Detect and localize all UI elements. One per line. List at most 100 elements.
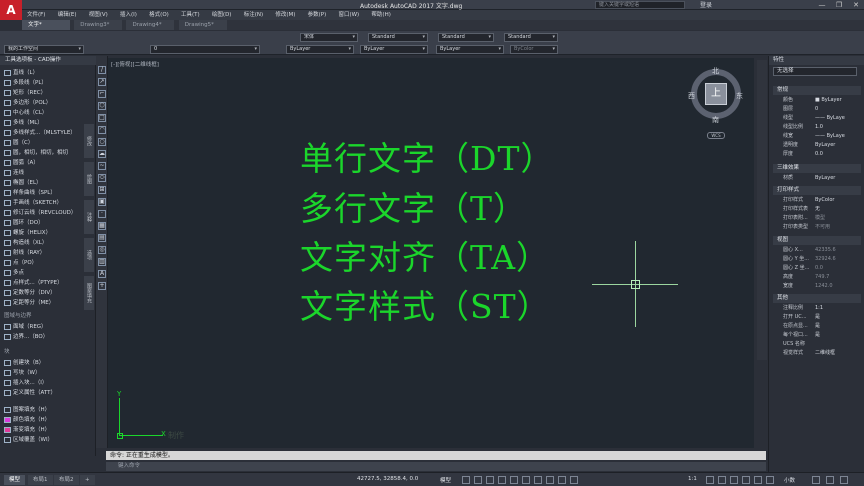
workspace-gear-icon[interactable] [706, 476, 714, 484]
palette-item-gradient[interactable]: 渐变填充（H） [4, 426, 84, 435]
annotation-scale[interactable]: 1:1 [688, 476, 697, 482]
canvas-text-line-4[interactable]: 文字样式（ST） [300, 280, 551, 328]
palette-item-line[interactable]: 直线（L） [4, 69, 84, 78]
file-tab-drawing4[interactable]: Drawing4* [126, 20, 175, 30]
prop-row[interactable]: 线宽 —— ByLaye [783, 132, 861, 141]
palette-item-ray[interactable]: 射线（RAY） [4, 249, 84, 258]
quick-properties-icon[interactable] [742, 476, 750, 484]
customize-menu-icon[interactable] [840, 476, 848, 484]
tool-hatch-icon[interactable]: ▦ [98, 222, 106, 230]
dim-style-select[interactable]: Standard [438, 33, 494, 42]
lock-ui-icon[interactable] [754, 476, 762, 484]
otrack-icon[interactable] [522, 476, 530, 484]
prop-row[interactable]: 每个视口... 是 [783, 331, 861, 340]
tool-polyline-icon[interactable]: ⌐ [98, 90, 106, 98]
prop-row[interactable]: 圆心 Y 坐... 32924.6 [783, 255, 861, 264]
palette-item-wblock[interactable]: 写块（W） [4, 369, 84, 378]
menu-edit[interactable]: 编辑(E) [53, 10, 82, 20]
maximize-icon[interactable]: ❐ [831, 0, 847, 10]
palette-item-xline[interactable]: 构造线（XL） [4, 239, 84, 248]
prop-row[interactable]: 注释比例 1:1 [783, 304, 861, 313]
selection-cycling-icon[interactable] [558, 476, 566, 484]
clean-screen-icon[interactable] [826, 476, 834, 484]
tool-line-icon[interactable]: / [98, 66, 106, 74]
search-input[interactable]: 键入关键字或短语 [595, 1, 685, 9]
viewport-label[interactable]: [-][俯视][二维线框] [111, 60, 159, 68]
palette-item-polyline[interactable]: 多段线（PL） [4, 79, 84, 88]
section-general[interactable]: 常规 [773, 86, 861, 95]
palette-tab-annotate[interactable]: 注释 [84, 200, 94, 234]
menu-modify[interactable]: 修改(M) [270, 10, 300, 20]
palette-item-insert[interactable]: 插入块...（I） [4, 379, 84, 388]
section-plot[interactable]: 打印样式 [773, 186, 861, 195]
lineweight-icon[interactable] [534, 476, 542, 484]
palette-item-region[interactable]: 面域（REG） [4, 323, 84, 332]
tool-block-icon[interactable]: ▣ [98, 198, 106, 206]
palette-item-helix[interactable]: 螺旋（HELIX） [4, 229, 84, 238]
transparency-icon[interactable] [546, 476, 554, 484]
palette-item-centerline[interactable]: 中心线（CL） [4, 109, 84, 118]
section-3d[interactable]: 三维效果 [773, 164, 861, 173]
text-font-select[interactable]: 宋体 [300, 33, 358, 42]
lineweight-select[interactable]: ByLayer [436, 45, 504, 54]
palette-item-hatch[interactable]: 图案填充（H） [4, 406, 84, 415]
minimize-icon[interactable]: — [814, 0, 830, 10]
menu-format[interactable]: 格式(O) [144, 10, 174, 20]
menu-insert[interactable]: 插入(I) [115, 10, 142, 20]
prop-row[interactable]: 圆心 Z 坐... 0.0 [783, 264, 861, 273]
menu-window[interactable]: 窗口(W) [333, 10, 364, 20]
prop-row[interactable]: 打印表附... 模型 [783, 214, 861, 223]
palette-item-boundary[interactable]: 边界...（BO） [4, 333, 84, 342]
menu-tools[interactable]: 工具(T) [176, 10, 205, 20]
palette-item-donut[interactable]: 圆环（DO） [4, 219, 84, 228]
tool-text-icon[interactable]: A [98, 270, 106, 278]
prop-row[interactable]: 宽度 1242.0 [783, 282, 861, 291]
compass-south[interactable]: 南 [712, 115, 719, 125]
palette-item-spline[interactable]: 样条曲线（SPL） [4, 189, 84, 198]
prop-row[interactable]: 打印样式表无 [783, 205, 861, 214]
palette-item-wipeout[interactable]: 区域覆盖（WI） [4, 436, 84, 445]
palette-item-mlstyle[interactable]: 多线样式...（MLSTYLE） [4, 129, 84, 138]
prop-row[interactable]: 透明度 ByLayer [783, 141, 861, 150]
menu-draw[interactable]: 绘图(D) [207, 10, 237, 20]
palette-item-measure[interactable]: 定距等分（ME） [4, 299, 84, 308]
command-input[interactable]: 键入命令 [106, 462, 766, 471]
prop-row[interactable]: UCS 名称 [783, 340, 861, 349]
tool-spline-icon[interactable]: ~ [98, 162, 106, 170]
palette-item-revcloud[interactable]: 修订云线（REVCLOUD） [4, 209, 84, 218]
prop-row[interactable]: 图层 0 [783, 105, 861, 114]
canvas-text-line-1[interactable]: 单行文字（DT） [300, 132, 554, 180]
file-tab-text[interactable]: 文字* [22, 20, 70, 30]
palette-item-ptype[interactable]: 点样式...（PTYPE） [4, 279, 84, 288]
tool-arc-icon[interactable]: ◠ [98, 126, 106, 134]
wcs-menu[interactable]: WCS [707, 132, 725, 139]
palette-item-circle[interactable]: 圆（C） [4, 139, 84, 148]
tool-circle-icon[interactable]: ○ [98, 138, 106, 146]
compass-west[interactable]: 西 [688, 91, 695, 101]
layout-tab-2[interactable]: 布局2 [54, 475, 79, 485]
prop-row[interactable]: 打印表类型 不可用 [783, 223, 861, 232]
compass-north[interactable]: 北 [712, 66, 719, 76]
table-style-select[interactable]: Standard [504, 33, 558, 42]
menu-view[interactable]: 视图(V) [84, 10, 113, 20]
menu-dimension[interactable]: 标注(N) [239, 10, 268, 20]
palette-item-attdef[interactable]: 定义属性（ATT） [4, 389, 84, 398]
text-style-select[interactable]: Standard [368, 33, 428, 42]
tool-xline-icon[interactable]: ↗ [98, 78, 106, 86]
prop-row[interactable]: 线型 —— ByLaye [783, 114, 861, 123]
palette-item-arc[interactable]: 圆弧（A） [4, 159, 84, 168]
prop-row[interactable]: 材质 ByLayer [783, 174, 861, 183]
osnap-icon[interactable] [510, 476, 518, 484]
app-logo-icon[interactable]: A [0, 0, 22, 20]
section-misc[interactable]: 其他 [773, 294, 861, 303]
tool-gradient-icon[interactable]: ▤ [98, 234, 106, 242]
tool-region-icon[interactable]: ◎ [98, 246, 106, 254]
palette-item-circle-ttt[interactable]: 圆，相切，相切，相切 [4, 149, 84, 158]
tool-table-icon[interactable]: ▥ [98, 258, 106, 266]
prop-row[interactable]: 线型比例 1.0 [783, 123, 861, 132]
snap-icon[interactable] [474, 476, 482, 484]
palette-tab-modify[interactable]: 修改 [84, 124, 94, 158]
color-select[interactable]: ByLayer [286, 45, 354, 54]
prop-row[interactable]: 高度 749.7 [783, 273, 861, 282]
close-icon[interactable]: ✕ [848, 0, 864, 10]
